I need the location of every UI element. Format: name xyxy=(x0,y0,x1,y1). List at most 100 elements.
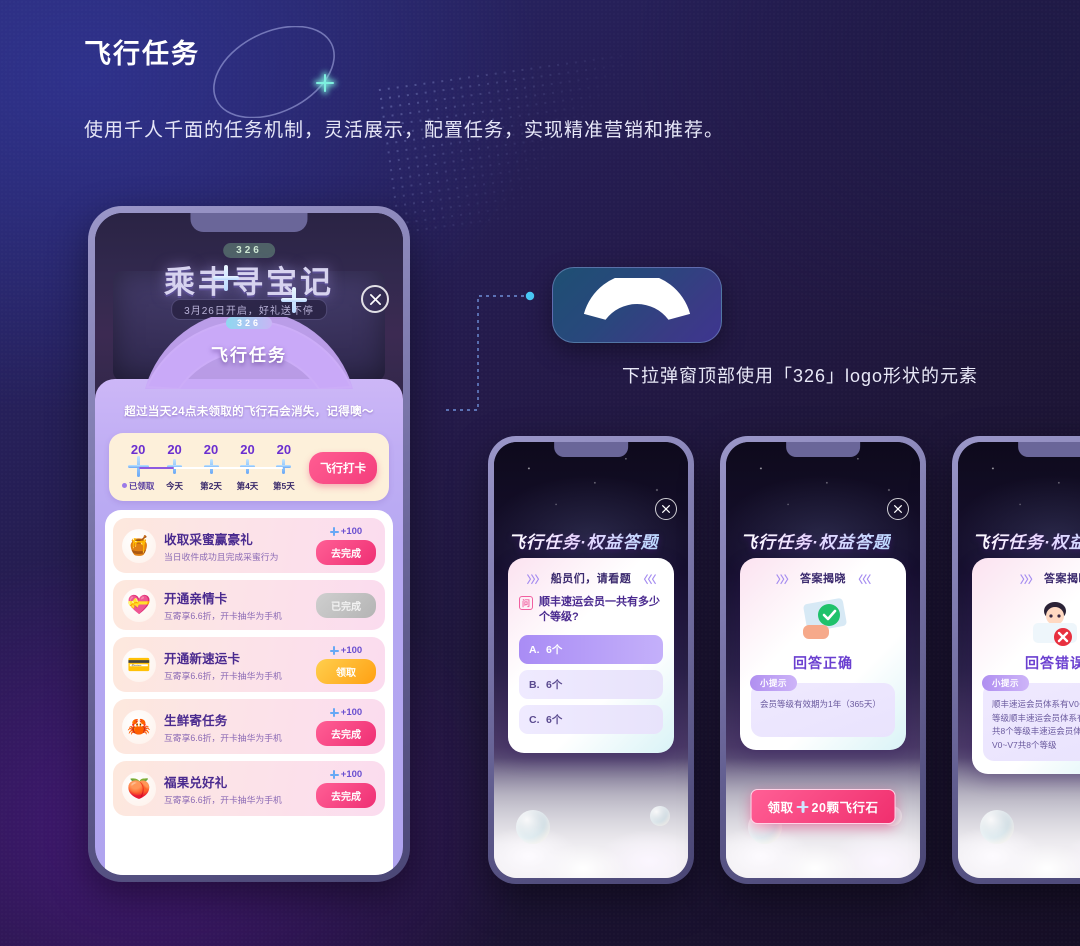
hero-title: 乘丰寻宝记 xyxy=(164,265,334,300)
option-text: 6个 xyxy=(546,678,563,691)
close-button[interactable] xyxy=(361,285,389,313)
result-text-correct: 回答正确 xyxy=(793,655,853,671)
task-points: +100 xyxy=(316,526,376,537)
task-description: 互寄享6.6折，开卡抽华为手机 xyxy=(164,794,282,805)
checkin-day-points: 20 xyxy=(130,442,146,457)
result-card-header: 〉〉〉 答案揭晓 〈〈〈 xyxy=(751,570,895,586)
task-row[interactable]: 💳 开通新速运卡 互寄享6.6折，开卡抽华为手机 +100 领取 xyxy=(113,637,385,693)
checkin-button[interactable]: 飞行打卡 xyxy=(309,451,377,484)
flight-stone-icon xyxy=(329,527,339,537)
checkin-day[interactable]: 20 xyxy=(121,442,155,478)
task-description: 互寄享6.6折，开卡抽华为手机 xyxy=(164,732,282,743)
checkin-day-label: 第5天 xyxy=(273,481,295,492)
phone-mockup-wrong-answer: 飞行任务·权益答题 〉〉〉 答案揭晓 回答错误 小提示 xyxy=(952,436,1080,884)
question-text: 顺丰速运会员一共有多少个等级? xyxy=(539,596,660,623)
phone-notch xyxy=(786,442,860,457)
326-logo-arc-icon xyxy=(583,278,691,320)
quiz-title: 飞行任务·权益答题 xyxy=(508,528,659,553)
question-row: 问 顺丰速运会员一共有多少个等级? xyxy=(519,595,663,625)
star-decoration-large xyxy=(213,265,239,291)
phone-notch xyxy=(1018,442,1080,457)
arch-label: 飞行任务 xyxy=(211,346,287,365)
task-action-button[interactable]: 去完成 xyxy=(316,540,376,566)
checkin-day[interactable]: 20 xyxy=(267,442,301,477)
task-action-button[interactable]: 去完成 xyxy=(316,783,376,809)
claim-prefix: 领取 xyxy=(767,801,794,815)
chevron-right-icon: 〉〉〉 xyxy=(776,574,794,586)
task-text: 收取采蜜赢豪礼当日收件成功且完成采蜜行为 xyxy=(164,529,308,563)
checkin-labels-row: 已领取 今天 第2天 第4天 第5天 xyxy=(121,480,301,492)
task-description: 互寄享6.6折，开卡抽华为手机 xyxy=(164,611,282,622)
question-badge-icon: 问 xyxy=(519,596,533,610)
task-title: 收取采蜜赢豪礼 xyxy=(164,532,253,547)
checkin-day[interactable]: 20 xyxy=(194,442,228,477)
result-title: 飞行任务·权益答题 xyxy=(740,528,891,553)
task-icon: 🍑 xyxy=(122,771,156,806)
task-row[interactable]: 🦀 生鲜寄任务 互寄享6.6折，开卡抽华为手机 +100 去完成 xyxy=(113,699,385,755)
result-card-correct: 〉〉〉 答案揭晓 〈〈〈 回答正确 小提示 会员等级有效期为1年（365天） xyxy=(740,558,906,750)
flight-stone-icon xyxy=(329,770,339,780)
task-row[interactable]: 🍯 收取采蜜赢豪礼 当日收件成功且完成采蜜行为 +100 去完成 xyxy=(113,518,385,574)
bubble-decoration xyxy=(980,810,1014,844)
bubble-decoration xyxy=(516,810,550,844)
task-text: 开通亲情卡互寄享6.6折，开卡抽华为手机 xyxy=(164,588,308,622)
result-header-text: 答案揭晓 xyxy=(800,573,846,585)
phone-correct-screen: 飞行任务·权益答题 〉〉〉 答案揭晓 〈〈〈 回答正确 小提示 会员等级有效期为… xyxy=(726,442,920,878)
task-list: 🍯 收取采蜜赢豪礼 当日收件成功且完成采蜜行为 +100 去完成 💝 开通亲情卡 互寄享6.6… xyxy=(105,510,393,875)
chevron-left-icon: 〈〈〈 xyxy=(853,574,871,586)
checkin-progress-fill xyxy=(139,467,174,469)
checkin-day-label: 今天 xyxy=(166,481,184,492)
close-button[interactable] xyxy=(655,498,677,520)
close-icon xyxy=(369,293,381,305)
flight-stone-icon xyxy=(796,800,809,813)
task-row[interactable]: 🍑 福果兑好礼 互寄享6.6折，开卡抽华为手机 +100 去完成 xyxy=(113,761,385,817)
quiz-option[interactable]: C. 6个 xyxy=(519,704,663,734)
dot-pattern-decoration xyxy=(374,51,644,235)
claim-reward-button[interactable]: 领取 20颗飞行石 xyxy=(750,789,896,824)
task-row[interactable]: 💝 开通亲情卡 互寄享6.6折，开卡抽华为手机 已完成 xyxy=(113,580,385,631)
arch-326-badge: 326 xyxy=(225,317,273,329)
claimed-dot-icon xyxy=(121,483,127,489)
checkin-day-label: 第2天 xyxy=(200,481,222,492)
task-action-button[interactable]: 去完成 xyxy=(316,721,376,747)
checkin-day-points: 20 xyxy=(167,442,182,457)
hint-box: 小提示 会员等级有效期为1年（365天） xyxy=(750,675,895,737)
checkin-days: 20 20 20 20 20 已领取 今天 第2天 第4天 第5天 xyxy=(121,442,301,492)
task-description: 当日收件成功且完成采蜜行为 xyxy=(164,551,279,562)
result-title: 飞行任务·权益答题 xyxy=(972,528,1080,553)
close-button[interactable] xyxy=(887,498,909,520)
task-action-area: 已完成 xyxy=(316,592,376,618)
checkin-day-label: 已领取 xyxy=(121,480,155,492)
logo-shape-card xyxy=(552,267,722,343)
phone-mockup-main: 326 乘丰寻宝记 3月26日开启，好礼送不停 326 飞行任务 超过当天24点… xyxy=(88,206,410,882)
hero-326-badge: 326 xyxy=(223,243,275,258)
quiz-card-header: 〉〉〉 船员们，请看题 〈〈〈 xyxy=(519,570,663,586)
checkin-day[interactable]: 20 xyxy=(230,442,264,477)
checkin-day[interactable]: 20 xyxy=(157,442,191,477)
close-icon xyxy=(894,505,902,513)
star-decoration-small xyxy=(281,287,307,313)
task-action-button[interactable]: 已完成 xyxy=(316,592,376,618)
hint-tag: 小提示 xyxy=(982,675,1030,691)
quiz-option[interactable]: B. 6个 xyxy=(519,669,663,699)
option-letter: C. xyxy=(529,713,540,726)
checkin-days-row: 20 20 20 20 20 xyxy=(121,442,301,478)
phone-mockup-quiz: 飞行任务·权益答题 〉〉〉 船员们，请看题 〈〈〈 问 顺丰速运会员一共有多少个… xyxy=(488,436,694,884)
task-icon: 🦀 xyxy=(122,709,156,744)
cloud-decoration xyxy=(958,758,1080,878)
hint-text: 顺丰速运会员体系有V0~V7共8个等级顺丰速运会员体系有V0~V7共8个等级丰速… xyxy=(992,699,1080,750)
hint-tag: 小提示 xyxy=(750,675,798,691)
task-action-button[interactable]: 领取 xyxy=(316,659,376,685)
quiz-option[interactable]: A. 6个 xyxy=(519,634,663,664)
task-title: 开通亲情卡 xyxy=(164,592,228,607)
checkin-panel: 20 20 20 20 20 已领取 今天 第2天 第4天 第5天 飞行打卡 xyxy=(109,433,389,502)
task-points: +100 xyxy=(316,769,376,780)
page-title: 飞行任务 xyxy=(84,39,200,69)
task-title: 生鲜寄任务 xyxy=(164,713,228,728)
task-action-area: +100 领取 xyxy=(316,645,376,685)
task-description: 互寄享6.6折，开卡抽华为手机 xyxy=(164,670,282,681)
option-letter: A. xyxy=(529,643,540,656)
claim-suffix: 20颗飞行石 xyxy=(811,801,879,815)
option-text: 6个 xyxy=(546,643,563,656)
quiz-options: A. 6个 B. 6个 C. 6个 xyxy=(519,634,663,734)
